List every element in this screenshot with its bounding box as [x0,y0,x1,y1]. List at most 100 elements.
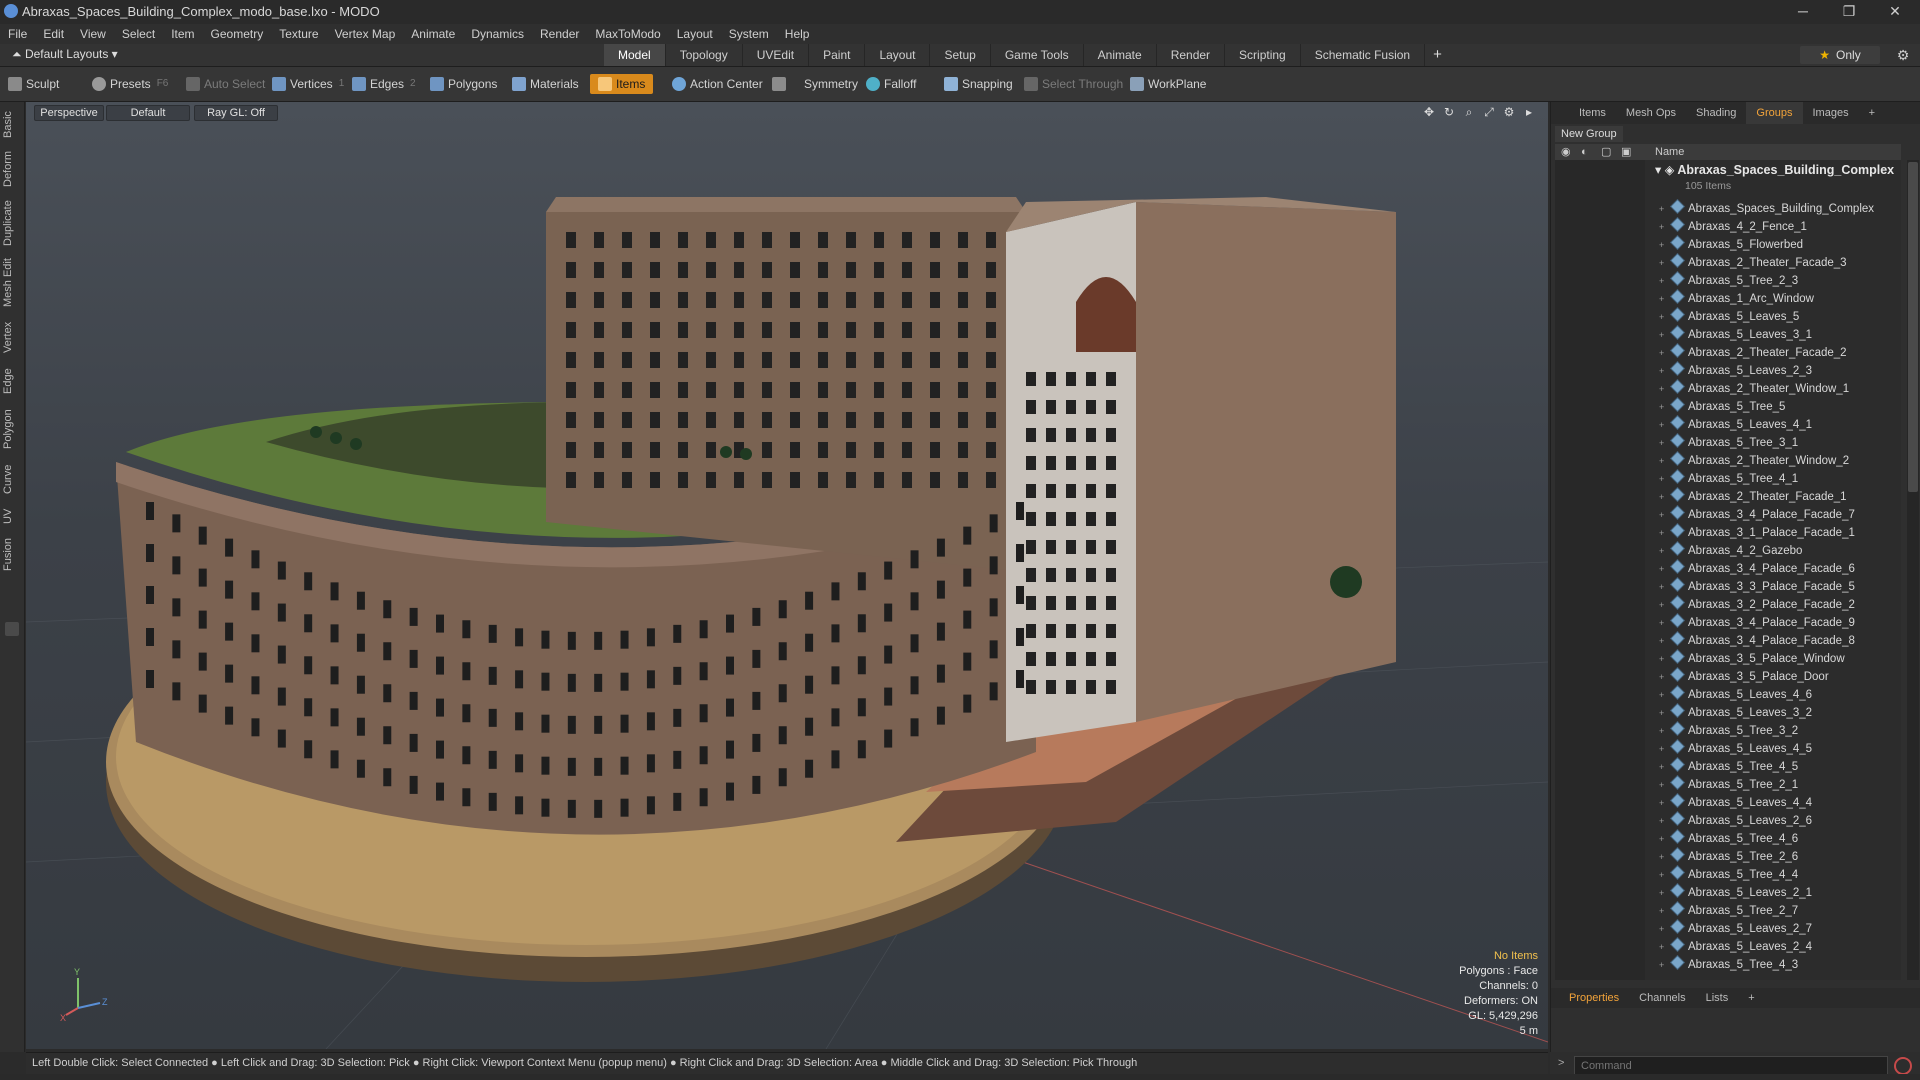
expand-icon[interactable]: + [1659,470,1671,488]
tab-groups[interactable]: Groups [1746,102,1803,124]
menu-system[interactable]: System [721,24,777,44]
fit-icon[interactable]: ⤢ [1482,105,1496,119]
expand-icon[interactable]: + [1659,848,1671,866]
tab-lists[interactable]: Lists [1696,988,1739,1008]
list-item[interactable]: + Abraxas_5_Tree_3_1 [1659,433,1798,452]
menu-help[interactable]: Help [777,24,818,44]
list-item[interactable]: + Abraxas_5_Flowerbed [1659,235,1803,254]
shading-mode-button[interactable]: Default [106,105,190,121]
palette-expand-button[interactable] [5,622,19,636]
expand-icon[interactable]: + [1659,344,1671,362]
expand-icon[interactable]: + [1659,812,1671,830]
zoom-icon[interactable]: ⌕ [1462,105,1476,119]
viewport-settings-icon[interactable]: ⚙ [1502,105,1516,119]
list-item[interactable]: + Abraxas_5_Leaves_4_5 [1659,739,1812,758]
falloff-button[interactable]: Falloff [866,74,916,94]
expand-icon[interactable]: + [1659,326,1671,344]
expand-icon[interactable]: + [1659,434,1671,452]
expand-icon[interactable]: + [1659,650,1671,668]
list-item[interactable]: + Abraxas_3_1_Palace_Facade_1 [1659,523,1855,542]
auto-select-button[interactable]: Auto Select [186,74,265,94]
materials-button[interactable]: Materials [512,74,579,94]
list-item[interactable]: + Abraxas_5_Tree_4_1 [1659,469,1798,488]
list-item[interactable]: + Abraxas_2_Theater_Window_1 [1659,379,1849,398]
expand-icon[interactable]: + [1659,308,1671,326]
expand-icon[interactable]: + [1659,488,1671,506]
expand-icon[interactable]: + [1659,398,1671,416]
command-history-icon[interactable]: > [1558,1057,1564,1069]
list-item[interactable]: + Abraxas_2_Theater_Facade_3 [1659,253,1847,272]
sculpt-button[interactable]: Sculpt [8,74,59,94]
list-item[interactable]: + Abraxas_5_Tree_3_2 [1659,721,1798,740]
menu-render[interactable]: Render [532,24,587,44]
add-properties-tab-button[interactable]: + [1738,988,1764,1008]
action-center-button[interactable]: Action Center [672,74,763,94]
close-button[interactable]: ✕ [1872,0,1918,24]
expand-icon[interactable]: + [1659,362,1671,380]
list-item[interactable]: + Abraxas_5_Tree_4_6 [1659,829,1798,848]
list-item[interactable]: + Abraxas_5_Leaves_4_4 [1659,793,1812,812]
only-toggle[interactable]: ★ Only [1800,46,1880,64]
list-item[interactable]: + Abraxas_5_Leaves_2_3 [1659,361,1812,380]
expand-icon[interactable]: + [1659,236,1671,254]
expand-icon[interactable]: + [1659,794,1671,812]
expand-icon[interactable]: + [1659,614,1671,632]
menu-item[interactable]: Item [163,24,202,44]
add-tab-button[interactable]: + [1425,44,1450,66]
list-item[interactable]: + Abraxas_3_4_Palace_Facade_9 [1659,613,1855,632]
group-name[interactable]: ▾ ◈ Abraxas_Spaces_Building_Complex [1655,162,1894,177]
list-item[interactable]: + Abraxas_4_2_Fence_1 [1659,217,1807,236]
expand-icon[interactable]: + [1659,722,1671,740]
select-through-button[interactable]: Select Through [1024,74,1123,94]
stop-icon[interactable] [1894,1057,1912,1075]
list-item[interactable]: + Abraxas_5_Tree_2_1 [1659,775,1798,794]
list-item[interactable]: + Abraxas_5_Leaves_5 [1659,307,1799,326]
list-item[interactable]: + Abraxas_3_4_Palace_Facade_7 [1659,505,1855,524]
group-item-list[interactable]: ▾ ◈ Abraxas_Spaces_Building_Complex 105 … [1555,160,1901,980]
list-item[interactable]: + Abraxas_5_Tree_4_4 [1659,865,1798,884]
list-item[interactable]: + Abraxas_2_Theater_Facade_2 [1659,343,1847,362]
menu-file[interactable]: File [0,24,35,44]
menu-geometry[interactable]: Geometry [203,24,272,44]
expand-icon[interactable]: + [1659,200,1671,218]
tab-items[interactable]: Items [1551,102,1616,124]
menu-layout[interactable]: Layout [669,24,721,44]
palette-tab-duplicate[interactable]: Duplicate [2,196,22,250]
expand-icon[interactable]: + [1659,506,1671,524]
expand-icon[interactable]: + [1659,290,1671,308]
view-mode-button[interactable]: Perspective [34,105,104,121]
menu-dynamics[interactable]: Dynamics [463,24,532,44]
workplane-button[interactable]: WorkPlane [1130,74,1206,94]
raygl-button[interactable]: Ray GL: Off [194,105,278,121]
expand-icon[interactable]: + [1659,740,1671,758]
expand-icon[interactable]: + [1659,884,1671,902]
expand-icon[interactable]: + [1659,524,1671,542]
tab-game-tools[interactable]: Game Tools [991,44,1084,66]
expand-icon[interactable]: + [1659,560,1671,578]
minimize-button[interactable]: ─ [1780,0,1826,24]
tab-mesh-ops[interactable]: Mesh Ops [1616,102,1686,124]
command-input[interactable] [1574,1056,1888,1076]
expand-icon[interactable]: + [1659,218,1671,236]
palette-tab-polygon[interactable]: Polygon [2,404,22,454]
symmetry-button[interactable]: Symmetry [772,74,858,94]
palette-tab-curve[interactable]: Curve [2,460,22,498]
expand-icon[interactable]: + [1659,704,1671,722]
expand-icon[interactable]: + [1659,830,1671,848]
tab-setup[interactable]: Setup [930,44,991,66]
menu-maxtomodo[interactable]: MaxToModo [587,24,668,44]
expand-icon[interactable]: + [1659,578,1671,596]
gear-icon[interactable]: ⚙ [1894,46,1912,64]
polygons-button[interactable]: Polygons [430,74,497,94]
list-item[interactable]: + Abraxas_3_4_Palace_Facade_6 [1659,559,1855,578]
vertices-button[interactable]: Vertices 1 [272,74,344,94]
expand-icon[interactable]: + [1659,686,1671,704]
list-scrollbar-thumb[interactable] [1908,162,1918,492]
presets-button[interactable]: Presets F6 [92,74,168,94]
add-panel-tab-button[interactable]: + [1859,102,1885,124]
viewport-expand-icon[interactable]: ▸ [1522,105,1536,119]
rotate-icon[interactable]: ↻ [1442,105,1456,119]
tab-uvedit[interactable]: UVEdit [743,44,810,66]
menu-vertex-map[interactable]: Vertex Map [327,24,404,44]
list-item[interactable]: + Abraxas_3_3_Palace_Facade_5 [1659,577,1855,596]
